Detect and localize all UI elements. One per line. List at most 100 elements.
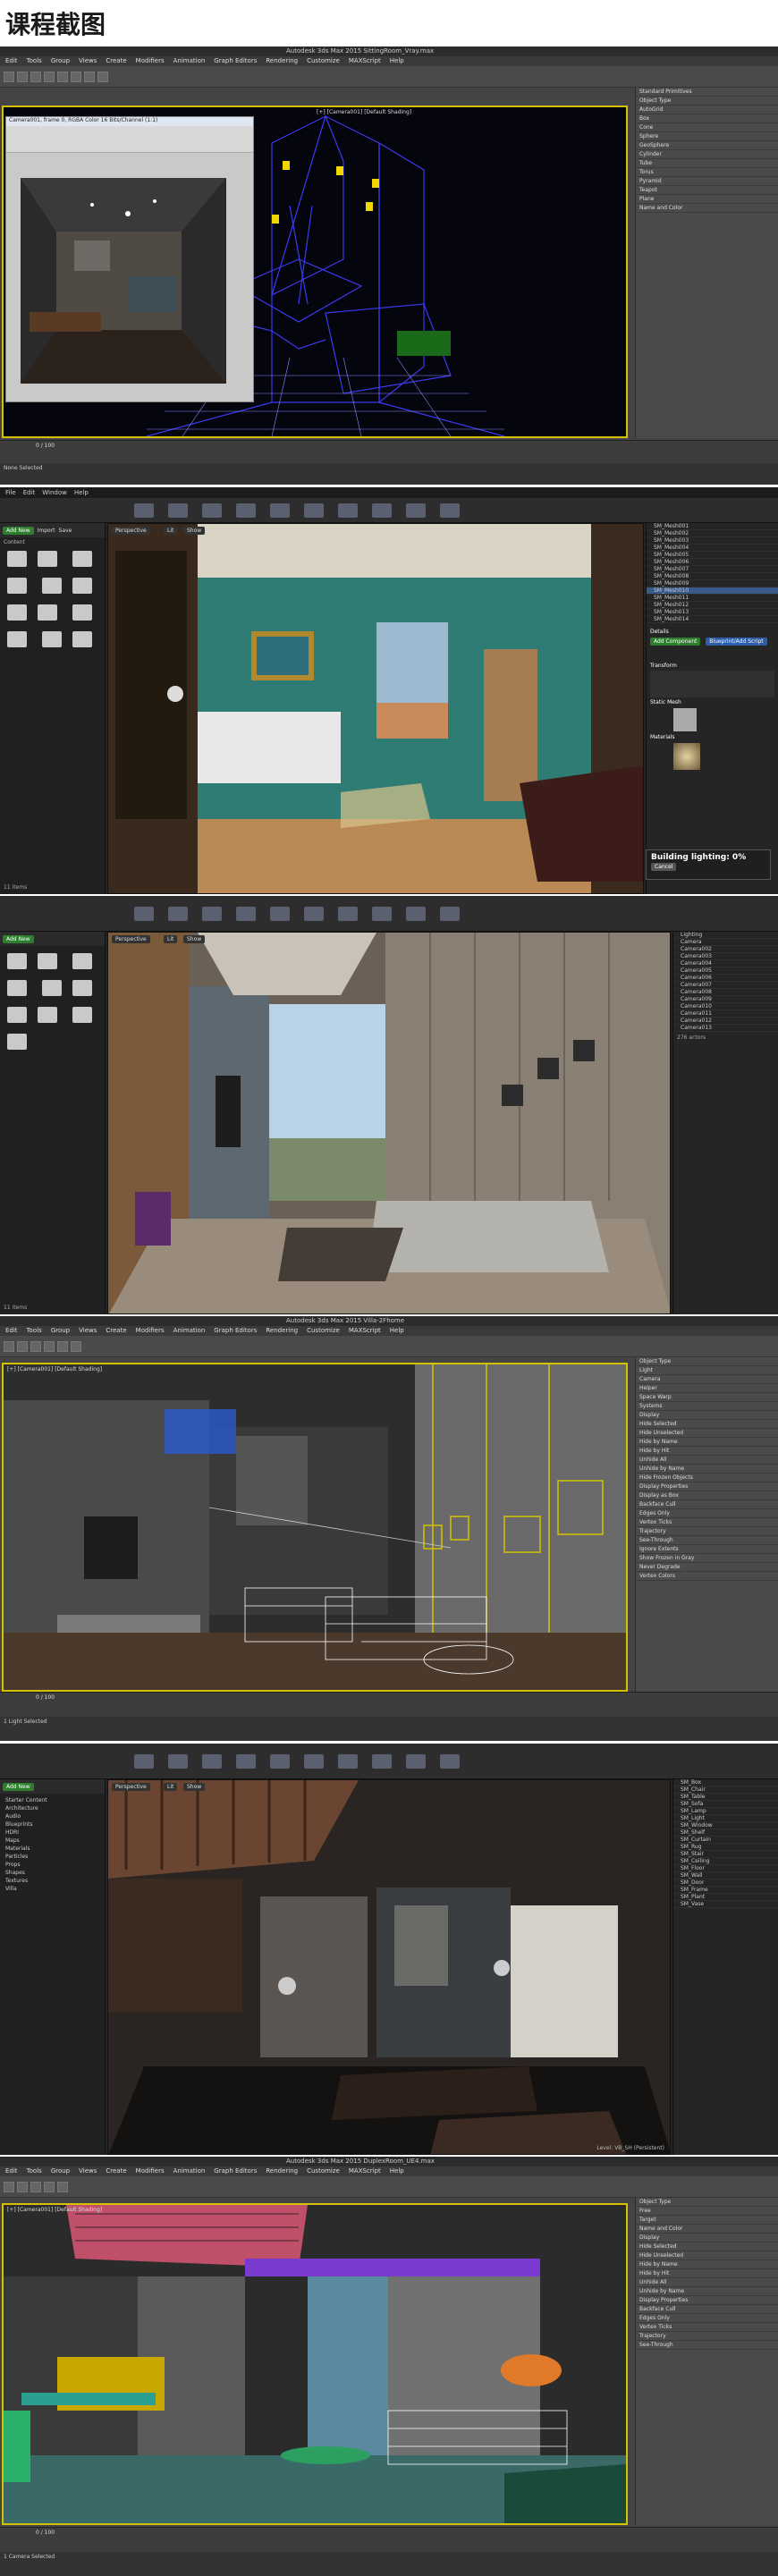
cmd-item[interactable]: Object Type: [636, 2198, 778, 2207]
cmd-item[interactable]: Free: [636, 2207, 778, 2216]
add-new-button[interactable]: Add New: [3, 1782, 34, 1791]
viewport-lit[interactable]: Lit: [164, 527, 178, 535]
cmd-item[interactable]: Unhide All: [636, 2278, 778, 2287]
viewport-show[interactable]: Show: [183, 935, 206, 943]
settings-button[interactable]: [270, 906, 290, 921]
menu-item[interactable]: Help: [390, 1326, 404, 1336]
cmd-item[interactable]: Helper: [636, 1384, 778, 1393]
tree-item[interactable]: Maps: [5, 1837, 99, 1845]
outliner-row[interactable]: SM_Floor: [673, 1865, 778, 1872]
rotate-button[interactable]: [57, 71, 68, 82]
outliner-row[interactable]: SM_Window: [673, 1822, 778, 1829]
outliner-row[interactable]: SM_Mesh007: [647, 566, 778, 573]
outliner-row[interactable]: SM_Plant: [673, 1894, 778, 1901]
tree-item[interactable]: Blueprints: [5, 1820, 99, 1829]
outliner-row[interactable]: SM_Mesh010: [647, 587, 778, 595]
launch-button[interactable]: [440, 1753, 460, 1769]
viewport-mode[interactable]: Perspective: [112, 527, 150, 535]
scale-button[interactable]: [71, 1340, 81, 1352]
outliner-row[interactable]: Camera005: [673, 967, 778, 975]
redo-button[interactable]: [17, 2181, 28, 2192]
menu-item[interactable]: Help: [390, 56, 404, 66]
snap-button[interactable]: [84, 71, 95, 82]
viewport-show[interactable]: Show: [183, 1783, 206, 1791]
outliner-row[interactable]: SM_Mesh003: [647, 537, 778, 545]
cmd-rollout[interactable]: Object Type: [636, 97, 778, 106]
outliner-row[interactable]: Camera002: [673, 946, 778, 953]
cmd-item[interactable]: Display Properties: [636, 1482, 778, 1491]
cmd-item[interactable]: Hide Selected: [636, 2242, 778, 2251]
folder-icon[interactable]: [38, 1007, 57, 1023]
menu-item[interactable]: Edit: [5, 2166, 18, 2176]
folder-icon[interactable]: [38, 604, 57, 621]
outliner-row[interactable]: Camera004: [673, 960, 778, 967]
import-button[interactable]: Import: [38, 528, 55, 534]
cinematics-button[interactable]: [338, 1753, 358, 1769]
settings-button[interactable]: [270, 1753, 290, 1769]
outliner-row[interactable]: SM_Mesh014: [647, 616, 778, 623]
outliner-row[interactable]: SM_Lamp: [673, 1808, 778, 1815]
menu-item[interactable]: Help: [390, 2166, 404, 2176]
save-button[interactable]: [134, 503, 154, 518]
cmd-item[interactable]: Object Type: [636, 1357, 778, 1366]
blueprints-button[interactable]: [304, 503, 324, 518]
timeline-slider[interactable]: 0 / 100: [0, 440, 778, 463]
cmd-item[interactable]: Display: [636, 1411, 778, 1420]
menu-item[interactable]: Graph Editors: [214, 2166, 257, 2176]
cmd-item[interactable]: Target: [636, 2216, 778, 2225]
cmd-item[interactable]: Unhide by Name: [636, 2287, 778, 2296]
outliner-row[interactable]: Camera006: [673, 975, 778, 982]
folder-icon[interactable]: [72, 551, 93, 567]
folder-icon[interactable]: [42, 980, 63, 996]
cmd-item[interactable]: Hide Unselected: [636, 1429, 778, 1438]
menu-item[interactable]: Create: [106, 1326, 126, 1336]
folder-icon[interactable]: [42, 631, 63, 647]
tree-item[interactable]: Starter Content: [5, 1796, 99, 1804]
outliner-row[interactable]: Camera: [673, 939, 778, 946]
outliner-row[interactable]: SM_Sofa: [673, 1801, 778, 1808]
cmd-item[interactable]: See-Through: [636, 2341, 778, 2350]
folder-icon[interactable]: [7, 1034, 27, 1050]
outliner-row[interactable]: SM_Chair: [673, 1786, 778, 1794]
menu-item[interactable]: Window: [42, 487, 67, 498]
viewport-mode[interactable]: Perspective: [112, 935, 150, 943]
menu-item[interactable]: Help: [74, 487, 89, 498]
outliner-row[interactable]: SM_Mesh012: [647, 602, 778, 609]
menu-item[interactable]: MAXScript: [349, 56, 381, 66]
tree-item[interactable]: Materials: [5, 1845, 99, 1853]
menu-item[interactable]: Edit: [5, 1326, 18, 1336]
viewport-lit[interactable]: Lit: [164, 1783, 178, 1791]
cmd-item[interactable]: Hide Frozen Objects: [636, 1474, 778, 1482]
cmd-item[interactable]: See-Through: [636, 1536, 778, 1545]
outliner-row[interactable]: SM_Ceiling: [673, 1858, 778, 1865]
cmd-item[interactable]: Hide by Hit: [636, 1447, 778, 1456]
source-control-button[interactable]: [168, 503, 188, 518]
menu-item[interactable]: Group: [51, 56, 70, 66]
menu-item[interactable]: Views: [79, 2166, 97, 2176]
cmd-item[interactable]: Hide by Hit: [636, 2269, 778, 2278]
cmd-item[interactable]: Pyramid: [636, 177, 778, 186]
cmd-item[interactable]: Sphere: [636, 132, 778, 141]
save-all-button[interactable]: Save: [59, 528, 72, 534]
add-new-button[interactable]: Add New: [3, 934, 34, 943]
outliner-row[interactable]: Camera003: [673, 953, 778, 960]
launch-button[interactable]: [440, 503, 460, 518]
cmd-item[interactable]: Hide by Name: [636, 1438, 778, 1447]
cmd-item[interactable]: Trajectory: [636, 2332, 778, 2341]
outliner-row[interactable]: Camera013: [673, 1025, 778, 1032]
outliner-row[interactable]: SM_Curtain: [673, 1837, 778, 1844]
viewport-lit[interactable]: Lit: [164, 935, 178, 943]
outliner-row[interactable]: SM_Door: [673, 1879, 778, 1887]
viewport[interactable]: Perspective Lit Show Level: VB_SH (Persi…: [107, 1779, 671, 2155]
folder-icon[interactable]: [72, 980, 93, 996]
menu-item[interactable]: Create: [106, 2166, 126, 2176]
tree-item[interactable]: HDRI: [5, 1829, 99, 1837]
cmd-item[interactable]: AutoGrid: [636, 106, 778, 114]
cinematics-button[interactable]: [338, 503, 358, 518]
rotate-button[interactable]: [57, 2181, 68, 2192]
outliner-row[interactable]: SM_Shelf: [673, 1829, 778, 1837]
outliner-row[interactable]: SM_Mesh008: [647, 573, 778, 580]
menu-item[interactable]: Customize: [307, 2166, 340, 2176]
menu-item[interactable]: Graph Editors: [214, 1326, 257, 1336]
cmd-item[interactable]: Systems: [636, 1402, 778, 1411]
